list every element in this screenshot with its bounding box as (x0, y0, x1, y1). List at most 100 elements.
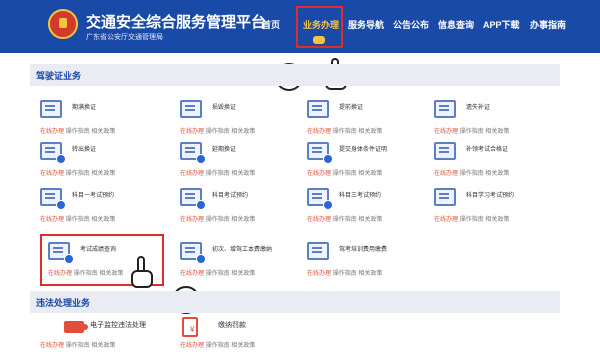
service-card[interactable]: 提前换证 在线办理 操作指南 相关政策 (307, 98, 432, 142)
nav-guide[interactable]: 办事指南 (530, 18, 566, 31)
service-links: 在线办理 操作指南 相关政策 (180, 340, 255, 349)
guide-link[interactable]: 操作指南 (206, 171, 230, 177)
service-name: 损毁换证 (212, 105, 237, 111)
section-bar-license (30, 64, 560, 86)
service-name: 提前换证 (339, 105, 364, 111)
policy-link[interactable]: 相关政策 (358, 129, 382, 135)
guide-link[interactable]: 操作指南 (333, 271, 357, 277)
online-link[interactable]: 在线办理 (434, 217, 458, 223)
service-card[interactable]: 初次、增驾工本费缴纳 在线办理 操作指南 相关政策 (180, 240, 305, 284)
policy-link[interactable]: 相关政策 (358, 217, 382, 223)
calendar-icon (307, 188, 333, 210)
license-icon (434, 142, 456, 160)
nav-active-indicator (313, 36, 325, 44)
service-card[interactable]: 期满换证 在线办理 操作指南 相关政策 (40, 98, 165, 142)
policy-link[interactable]: 相关政策 (231, 271, 255, 277)
guide-link[interactable]: 操作指南 (66, 171, 90, 177)
guide-link[interactable]: 操作指南 (66, 343, 90, 349)
service-links: 在线办理 操作指南 相关政策 (434, 126, 509, 135)
online-link[interactable]: 在线办理 (307, 271, 331, 277)
policy-link[interactable]: 相关政策 (231, 129, 255, 135)
service-card[interactable]: 科目考试预约 在线办理 操作指南 相关政策 (180, 186, 305, 230)
service-card[interactable]: 科目一考试预约 在线办理 操作指南 相关政策 (40, 186, 165, 230)
nav-service-guide[interactable]: 服务导航 (348, 18, 384, 31)
site-subtitle: 广东省公安厅交通管理局 (86, 34, 163, 41)
service-card[interactable]: 补领考试合格证 在线办理 操作指南 相关政策 (434, 140, 559, 184)
policy-link[interactable]: 相关政策 (91, 171, 115, 177)
service-card[interactable]: 延期换证 在线办理 操作指南 相关政策 (180, 140, 305, 184)
online-link[interactable]: 在线办理 (40, 171, 64, 177)
service-name: 初次、增驾工本费缴纳 (212, 247, 273, 253)
service-links: 在线办理 操作指南 相关政策 (307, 126, 382, 135)
online-link[interactable]: 在线办理 (180, 171, 204, 177)
license-icon (40, 142, 66, 164)
document-icon (180, 188, 206, 210)
service-links: 在线办理 操作指南 相关政策 (40, 126, 115, 135)
service-name[interactable]: 电子监控违法处理 (90, 320, 146, 330)
policy-link[interactable]: 相关政策 (485, 217, 509, 223)
service-links: 在线办理 操作指南 相关政策 (307, 268, 382, 277)
service-links: 在线办理 操作指南 相关政策 (434, 214, 509, 223)
online-link[interactable]: 在线办理 (434, 129, 458, 135)
online-link[interactable]: 在线办理 (307, 217, 331, 223)
service-links: 在线办理 操作指南 相关政策 (434, 168, 509, 177)
service-card[interactable]: 科目三考试预约 在线办理 操作指南 相关政策 (307, 186, 432, 230)
policy-link[interactable]: 相关政策 (231, 217, 255, 223)
guide-link[interactable]: 操作指南 (66, 217, 90, 223)
service-name: 补领考试合格证 (466, 147, 509, 153)
service-card[interactable]: 驾考培训费用缴费 在线办理 操作指南 相关政策 (307, 240, 432, 284)
service-links: 在线办理 操作指南 相关政策 (180, 168, 255, 177)
online-link[interactable]: 在线办理 (40, 217, 64, 223)
service-card[interactable]: 转出换证 在线办理 操作指南 相关政策 (40, 140, 165, 184)
service-card[interactable]: 提交身体条件证明 在线办理 操作指南 相关政策 (307, 140, 432, 184)
policy-link[interactable]: 相关政策 (91, 217, 115, 223)
policy-link[interactable]: 相关政策 (231, 343, 255, 349)
nav-home[interactable]: 首页 (262, 18, 280, 31)
guide-link[interactable]: 操作指南 (206, 343, 230, 349)
policy-link[interactable]: 相关政策 (358, 271, 382, 277)
nav-app-download[interactable]: APP下载 (483, 18, 520, 31)
guide-link[interactable]: 操作指南 (460, 217, 484, 223)
policy-link[interactable]: 相关政策 (485, 129, 509, 135)
online-link[interactable]: 在线办理 (434, 171, 458, 177)
guide-link[interactable]: 操作指南 (333, 129, 357, 135)
policy-link[interactable]: 相关政策 (485, 171, 509, 177)
guide-link[interactable]: 操作指南 (460, 129, 484, 135)
online-link[interactable]: 在线办理 (40, 343, 64, 349)
policy-link[interactable]: 相关政策 (91, 129, 115, 135)
service-card[interactable]: 科目学习考试预约 在线办理 操作指南 相关政策 (434, 186, 559, 230)
license-icon (434, 100, 456, 118)
guide-link[interactable]: 操作指南 (206, 129, 230, 135)
online-link[interactable]: 在线办理 (307, 171, 331, 177)
guide-link[interactable]: 操作指南 (333, 171, 357, 177)
online-link[interactable]: 在线办理 (180, 217, 204, 223)
service-name[interactable]: 缴纳罚款 (218, 320, 246, 330)
policy-link[interactable]: 相关政策 (231, 171, 255, 177)
guide-link[interactable]: 操作指南 (333, 217, 357, 223)
police-emblem-icon (48, 9, 78, 39)
service-card[interactable]: 遗失补证 在线办理 操作指南 相关政策 (434, 98, 559, 142)
online-link[interactable]: 在线办理 (307, 129, 331, 135)
policy-link[interactable]: 相关政策 (91, 343, 115, 349)
license-icon (307, 142, 333, 164)
online-link[interactable]: 在线办理 (40, 129, 64, 135)
service-links: 在线办理 操作指南 相关政策 (40, 214, 115, 223)
document-icon (434, 188, 456, 206)
guide-link[interactable]: 操作指南 (66, 129, 90, 135)
service-card[interactable]: 损毁换证 在线办理 操作指南 相关政策 (180, 98, 305, 142)
service-links: 在线办理 操作指南 相关政策 (40, 168, 115, 177)
guide-link[interactable]: 操作指南 (460, 171, 484, 177)
nav-info-query[interactable]: 信息查询 (438, 18, 474, 31)
online-link[interactable]: 在线办理 (180, 129, 204, 135)
section-title-license: 驾驶证业务 (36, 71, 82, 81)
service-links: 在线办理 操作指南 相关政策 (40, 340, 115, 349)
nav-announcements[interactable]: 公告公布 (393, 18, 429, 31)
guide-link[interactable]: 操作指南 (206, 217, 230, 223)
license-icon (180, 100, 202, 118)
online-link[interactable]: 在线办理 (180, 343, 204, 349)
guide-link[interactable]: 操作指南 (206, 271, 230, 277)
payment-icon (307, 242, 329, 260)
policy-link[interactable]: 相关政策 (358, 171, 382, 177)
online-link[interactable]: 在线办理 (180, 271, 204, 277)
section-title-violation: 违法处理业务 (36, 298, 91, 308)
